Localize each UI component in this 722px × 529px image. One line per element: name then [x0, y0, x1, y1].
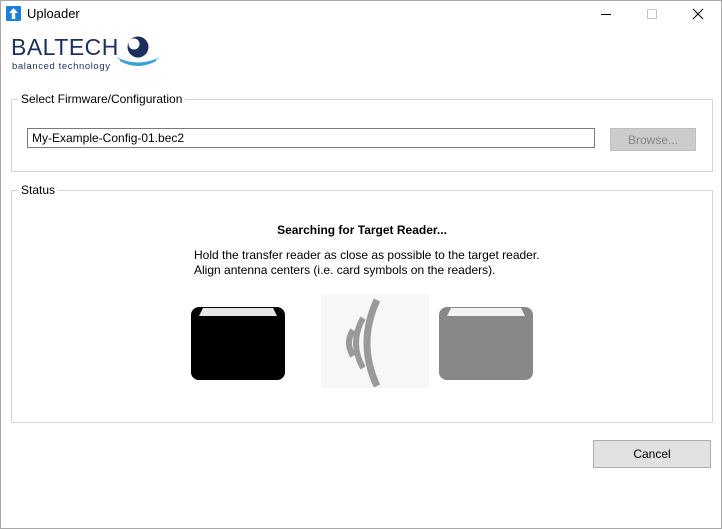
status-group-label: Status — [18, 183, 59, 197]
close-icon — [692, 8, 704, 20]
status-title: Searching for Target Reader... — [277, 223, 447, 237]
status-group: Status Searching for Target Reader... Ho… — [11, 183, 713, 423]
transfer-reader-icon — [191, 307, 285, 380]
maximize-icon — [647, 9, 657, 19]
reader-alignment-illustration — [191, 294, 533, 388]
status-instruction-2: Align antenna centers (i.e. card symbols… — [194, 263, 496, 277]
status-instruction-1: Hold the transfer reader as close as pos… — [194, 248, 540, 262]
logo-mark-icon — [116, 36, 160, 66]
firmware-group-label: Select Firmware/Configuration — [18, 92, 186, 106]
upload-arrow-icon — [6, 6, 21, 21]
title-bar[interactable]: Uploader — [1, 1, 721, 27]
close-button[interactable] — [675, 1, 721, 27]
window-title: Uploader — [27, 6, 80, 21]
cancel-button[interactable]: Cancel — [593, 440, 711, 468]
wireless-signal-icon — [321, 294, 429, 388]
firmware-file-field[interactable]: My-Example-Config-01.bec2 — [27, 128, 595, 148]
maximize-button[interactable] — [629, 1, 675, 27]
target-reader-icon — [439, 307, 533, 380]
logo-wordmark: BALTECH — [11, 34, 119, 60]
minimize-button[interactable] — [583, 1, 629, 27]
uploader-window: Uploader BALTECH balanced technology Sel… — [0, 0, 722, 529]
minimize-icon — [601, 14, 611, 15]
baltech-logo: BALTECH balanced technology — [11, 34, 161, 74]
logo-tagline: balanced technology — [12, 61, 111, 72]
firmware-group: Select Firmware/Configuration My-Example… — [11, 92, 713, 172]
browse-button[interactable]: Browse... — [610, 128, 696, 151]
